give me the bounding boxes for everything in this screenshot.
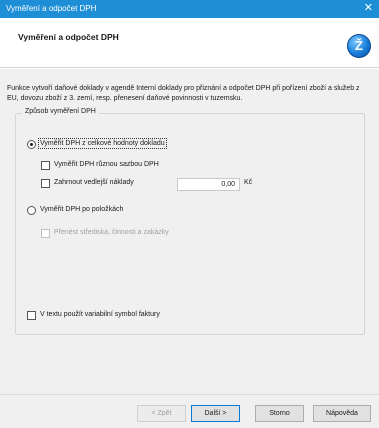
- radio-per-item-label[interactable]: Vyměřit DPH po položkách: [40, 206, 123, 213]
- window-title: Vyměření a odpočet DPH: [6, 4, 97, 13]
- extra-costs-amount-input[interactable]: 0,00: [177, 178, 240, 191]
- checkbox-multi-rate[interactable]: [41, 161, 50, 170]
- checkbox-transfer-centers[interactable]: [41, 229, 50, 238]
- cancel-button[interactable]: Storno: [255, 405, 304, 422]
- wizard-header: Vyměření a odpočet DPH Ž: [0, 18, 379, 68]
- radio-whole-document-label[interactable]: Vyměřit DPH z celkové hodnoty dokladu: [38, 138, 167, 149]
- checkbox-extra-costs[interactable]: [41, 179, 50, 188]
- checkbox-variable-symbol-label[interactable]: V textu použít variabilní symbol faktury: [40, 311, 160, 318]
- vat-method-legend: Způsob vyměření DPH: [22, 108, 99, 115]
- close-icon[interactable]: ✕: [364, 2, 373, 14]
- checkbox-extra-costs-label[interactable]: Zahrnout vedlejší náklady: [54, 179, 134, 186]
- checkbox-transfer-centers-label[interactable]: Přenést střediska, činnosti a zakázky: [54, 229, 169, 236]
- checkbox-variable-symbol[interactable]: [27, 311, 36, 320]
- next-button[interactable]: Další >: [191, 405, 240, 422]
- wizard-logo-icon: Ž: [347, 34, 371, 58]
- title-bar: Vyměření a odpočet DPH ✕: [0, 0, 379, 18]
- wizard-body: Funkce vytvoří daňové doklady v agendě I…: [0, 69, 379, 394]
- wizard-footer: < Zpět Další > Storno Nápověda: [0, 394, 379, 428]
- back-button[interactable]: < Zpět: [137, 405, 186, 422]
- wizard-title: Vyměření a odpočet DPH: [18, 32, 119, 42]
- radio-whole-document[interactable]: [27, 140, 36, 149]
- radio-per-item[interactable]: [27, 206, 36, 215]
- checkbox-multi-rate-label[interactable]: Vyměřit DPH různou sazbou DPH: [54, 161, 159, 168]
- currency-label: Kč: [244, 179, 253, 186]
- description-text: Funkce vytvoří daňové doklady v agendě I…: [7, 85, 360, 102]
- help-button[interactable]: Nápověda: [313, 405, 371, 422]
